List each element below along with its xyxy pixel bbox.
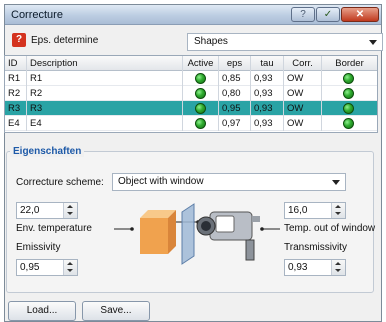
transmissivity-value: 0,93 xyxy=(288,262,308,273)
object-window-camera-illustration xyxy=(114,203,280,265)
cell-corr: OW xyxy=(284,116,322,131)
cell-description: R1 xyxy=(27,71,183,86)
save-button[interactable]: Save... xyxy=(82,301,150,321)
env-temperature-spinner[interactable]: 22,0 xyxy=(16,202,78,219)
cell-description: R2 xyxy=(27,86,183,101)
arrow-down-icon xyxy=(67,212,73,215)
transmissivity-spinner[interactable]: 0,93 xyxy=(284,259,346,276)
border-status-icon[interactable] xyxy=(343,118,354,129)
cell-corr: OW xyxy=(284,86,322,101)
window-title: Correcture xyxy=(11,9,63,21)
header-border[interactable]: Border xyxy=(322,56,377,71)
env-temperature-label: Env. temperature xyxy=(16,223,92,234)
thermal-camera-icon xyxy=(196,211,260,261)
cell-tau: 0,93 xyxy=(251,116,284,131)
help-button[interactable]: ? xyxy=(291,7,315,22)
arrow-up-icon xyxy=(335,262,341,265)
cell-corr: OW xyxy=(284,101,322,116)
border-status-icon[interactable] xyxy=(343,103,354,114)
question-icon[interactable]: ? xyxy=(12,33,26,47)
cell-eps: 0,95 xyxy=(219,101,251,116)
correcture-scheme-value: Object with window xyxy=(118,176,204,187)
table-row[interactable]: R1 R1 0,85 0,93 OW xyxy=(5,71,377,86)
emissivity-label: Emissivity xyxy=(16,242,61,253)
active-status-icon[interactable] xyxy=(195,103,206,114)
close-button[interactable]: ✕ xyxy=(341,7,379,22)
correcture-scheme-label: Correcture scheme: xyxy=(16,177,104,188)
eps-row: ? Eps. determine Shapes xyxy=(5,27,383,53)
window-temperature-value: 16,0 xyxy=(288,205,308,216)
eps-determine-label: Eps. determine xyxy=(31,35,99,46)
title-bar[interactable]: Correcture ? ✓ ✕ xyxy=(5,5,381,25)
cell-id: R3 xyxy=(5,101,27,116)
object-box-icon xyxy=(140,210,176,254)
header-corr[interactable]: Corr. xyxy=(284,56,322,71)
window-temperature-label: Temp. out of window xyxy=(284,223,376,234)
properties-title: Eigenschaften xyxy=(10,146,85,157)
table-row[interactable]: E4 E4 0,97 0,93 OW xyxy=(5,116,377,131)
active-status-icon[interactable] xyxy=(195,88,206,99)
shapes-dropdown-value: Shapes xyxy=(194,36,228,47)
header-id[interactable]: ID xyxy=(5,56,27,71)
table-row[interactable]: R2 R2 0,80 0,93 OW xyxy=(5,86,377,101)
table-row-selected[interactable]: R3 R3 0,95 0,93 OW xyxy=(5,101,377,116)
confirm-button[interactable]: ✓ xyxy=(316,7,340,22)
spinner-buttons[interactable] xyxy=(331,203,345,218)
transmissivity-label: Transmissivity xyxy=(284,242,347,253)
cell-eps: 0,85 xyxy=(219,71,251,86)
cell-eps: 0,97 xyxy=(219,116,251,131)
load-button[interactable]: Load... xyxy=(8,301,76,321)
border-status-icon[interactable] xyxy=(343,73,354,84)
spinner-buttons[interactable] xyxy=(63,203,77,218)
arrow-down-icon xyxy=(335,269,341,272)
env-temperature-value: 22,0 xyxy=(20,205,40,216)
header-eps[interactable]: eps xyxy=(219,56,251,71)
emissivity-spinner[interactable]: 0,95 xyxy=(16,259,78,276)
cell-id: R2 xyxy=(5,86,27,101)
cell-corr: OW xyxy=(284,71,322,86)
header-tau[interactable]: tau xyxy=(251,56,284,71)
arrow-down-icon xyxy=(67,269,73,272)
window-pane-icon xyxy=(181,203,195,265)
cell-description: R3 xyxy=(27,101,183,116)
emissivity-value: 0,95 xyxy=(20,262,40,273)
arrow-down-icon xyxy=(335,212,341,215)
header-active[interactable]: Active xyxy=(183,56,219,71)
regions-table: ID Description Active eps tau Corr. Bord… xyxy=(4,55,378,133)
cell-tau: 0,93 xyxy=(251,101,284,116)
table-header: ID Description Active eps tau Corr. Bord… xyxy=(5,56,377,71)
arrow-up-icon xyxy=(67,262,73,265)
cell-tau: 0,93 xyxy=(251,71,284,86)
border-status-icon[interactable] xyxy=(343,88,354,99)
arrow-up-icon xyxy=(335,205,341,208)
cell-tau: 0,93 xyxy=(251,86,284,101)
active-status-icon[interactable] xyxy=(195,73,206,84)
cell-eps: 0,80 xyxy=(219,86,251,101)
cell-id: E4 xyxy=(5,116,27,131)
correcture-scheme-select[interactable]: Object with window xyxy=(112,173,346,191)
header-description[interactable]: Description xyxy=(27,56,183,71)
spinner-buttons[interactable] xyxy=(63,260,77,275)
cell-id: R1 xyxy=(5,71,27,86)
shapes-dropdown[interactable]: Shapes xyxy=(187,33,383,51)
chevron-down-icon xyxy=(369,40,377,45)
window-temperature-spinner[interactable]: 16,0 xyxy=(284,202,346,219)
active-status-icon[interactable] xyxy=(195,118,206,129)
cell-description: E4 xyxy=(27,116,183,131)
spinner-buttons[interactable] xyxy=(331,260,345,275)
arrow-up-icon xyxy=(67,205,73,208)
chevron-down-icon xyxy=(332,180,340,185)
